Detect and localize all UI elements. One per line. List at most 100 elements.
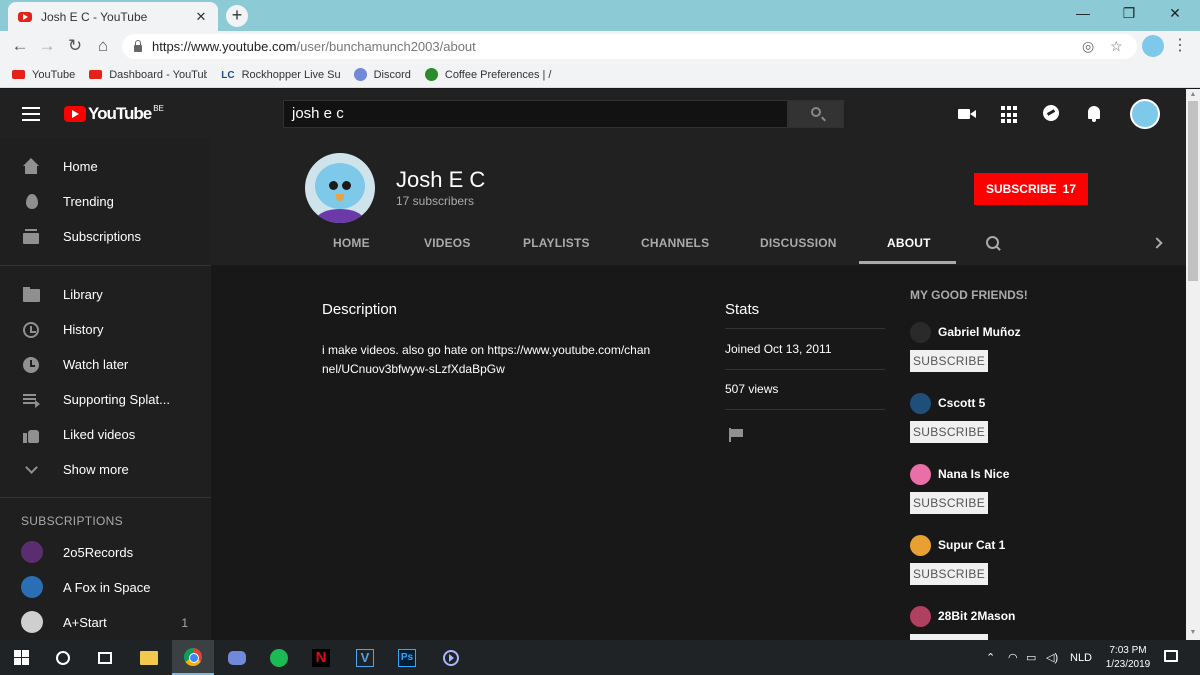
- sidebar-sub-astart[interactable]: A+Start 1: [0, 605, 211, 640]
- taskbar-file-explorer[interactable]: [128, 640, 170, 675]
- fire-icon: [26, 194, 38, 209]
- friend-avatar[interactable]: [910, 606, 931, 627]
- tab-about[interactable]: ABOUT: [887, 236, 931, 250]
- taskbar-media-player[interactable]: [430, 640, 472, 675]
- tab-channels[interactable]: CHANNELS: [641, 236, 709, 250]
- clock-time: 7:03 PM: [1109, 645, 1147, 656]
- friend-name[interactable]: Supur Cat 1: [938, 538, 1005, 552]
- friend-avatar[interactable]: [910, 322, 931, 343]
- taskbar-spotify[interactable]: [258, 640, 300, 675]
- cortana-button[interactable]: [42, 640, 84, 675]
- sidebar-item-watch-later[interactable]: Watch later: [0, 347, 211, 382]
- bookmark-label: Discord: [373, 68, 411, 81]
- sidebar-item-show-more[interactable]: Show more: [0, 452, 211, 487]
- channel-description: i make videos. also go hate on https://w…: [322, 343, 651, 376]
- channel-search-icon[interactable]: [986, 236, 1002, 252]
- tab-videos[interactable]: VIDEOS: [424, 236, 471, 250]
- address-bar[interactable]: https://www.youtube.com /user/bunchamunc…: [122, 34, 1137, 59]
- notifications-bell-icon[interactable]: [1085, 104, 1105, 124]
- bookmark-youtube[interactable]: YouTube: [12, 69, 75, 81]
- taskbar-vegas[interactable]: V: [344, 640, 386, 675]
- scroll-thumb[interactable]: [1188, 101, 1198, 281]
- home-icon: [23, 157, 41, 176]
- window-restore-button[interactable]: ❐: [1106, 0, 1152, 28]
- system-clock[interactable]: 7:03 PM 1/23/2019: [1100, 644, 1156, 672]
- scroll-up-icon[interactable]: ▲: [1189, 91, 1197, 99]
- bookmark-coffee[interactable]: Coffee Preferences | /: [424, 68, 551, 81]
- browser-tab-active[interactable]: Josh E C - YouTube ✕: [8, 2, 218, 31]
- sidebar-item-playlist[interactable]: Supporting Splat...: [0, 382, 211, 417]
- profile-avatar-icon[interactable]: [1142, 35, 1164, 57]
- start-button[interactable]: [0, 640, 42, 675]
- friend-name[interactable]: 28Bit 2Mason: [938, 609, 1015, 623]
- account-avatar[interactable]: [1130, 99, 1160, 129]
- friend-avatar[interactable]: [910, 464, 931, 485]
- sidebar-sub-fox-in-space[interactable]: A Fox in Space: [0, 570, 211, 605]
- reload-button[interactable]: ↻: [63, 35, 87, 57]
- sidebar-item-library[interactable]: Library: [0, 277, 211, 312]
- page-scrollbar[interactable]: ▲ ▼: [1186, 89, 1200, 640]
- friend-subscribe-button[interactable]: SUBSCRIBE: [910, 350, 988, 372]
- friend-subscribe-button[interactable]: SUBSCRIBE: [910, 421, 988, 443]
- bookmark-star-icon[interactable]: ☆: [1110, 38, 1123, 55]
- bookmark-dashboard[interactable]: Dashboard - YouTube: [89, 69, 207, 81]
- description-title: Description: [322, 301, 398, 318]
- network-icon[interactable]: ◠: [1008, 651, 1018, 664]
- create-video-icon[interactable]: [958, 104, 978, 124]
- channel-subscriber-count: 17 subscribers: [396, 194, 475, 208]
- sidebar-sub-2o5records[interactable]: 2o5Records: [0, 535, 211, 570]
- task-view-button[interactable]: [84, 640, 126, 675]
- search-button[interactable]: [788, 100, 844, 128]
- sidebar-item-home[interactable]: Home: [0, 149, 211, 184]
- friend-subscribe-button[interactable]: SUBSCRIBE: [910, 492, 988, 514]
- window-close-button[interactable]: ✕: [1152, 0, 1198, 28]
- input-language[interactable]: NLD: [1070, 652, 1092, 664]
- translate-icon[interactable]: ◎: [1082, 38, 1094, 55]
- messages-icon[interactable]: [1042, 104, 1062, 124]
- friend-name[interactable]: Gabriel Muñoz: [938, 325, 1021, 339]
- windows-taskbar: N V Ps ⌃ ◠ ▭ ◁): [0, 640, 1200, 675]
- taskbar-discord[interactable]: [216, 640, 258, 675]
- browser-menu-icon[interactable]: ⋮: [1172, 35, 1188, 55]
- apps-grid-icon[interactable]: [1001, 104, 1021, 124]
- bookmark-discord[interactable]: Discord: [353, 68, 411, 81]
- tab-close-icon[interactable]: ✕: [194, 9, 208, 25]
- battery-icon[interactable]: ▭: [1026, 651, 1036, 664]
- sidebar-item-history[interactable]: History: [0, 312, 211, 347]
- tab-discussion[interactable]: DISCUSSION: [760, 236, 837, 250]
- bookmark-rockhopper[interactable]: LC Rockhopper Live Sub: [221, 68, 340, 82]
- scroll-down-icon[interactable]: ▼: [1189, 629, 1197, 637]
- bookmark-label: Rockhopper Live Sub: [241, 68, 340, 81]
- menu-hamburger-icon[interactable]: [22, 107, 40, 121]
- subscribe-button[interactable]: SUBSCRIBE 17: [974, 173, 1088, 205]
- friend-name[interactable]: Nana Is Nice: [938, 467, 1009, 481]
- sidebar-item-subscriptions[interactable]: Subscriptions: [0, 219, 211, 254]
- back-button[interactable]: ←: [8, 35, 32, 57]
- chevron-right-icon[interactable]: [1153, 237, 1163, 249]
- action-center-icon[interactable]: [1164, 650, 1178, 662]
- active-tab-indicator: [859, 261, 956, 264]
- taskbar-photoshop[interactable]: Ps: [386, 640, 428, 675]
- forward-button[interactable]: →: [35, 35, 59, 57]
- home-button[interactable]: ⌂: [91, 35, 115, 57]
- logo-region: BE: [153, 104, 164, 113]
- youtube-logo[interactable]: YouTube BE: [64, 104, 164, 124]
- tab-home[interactable]: HOME: [333, 236, 370, 250]
- window-minimize-button[interactable]: —: [1060, 0, 1106, 28]
- new-tab-button[interactable]: +: [226, 5, 248, 27]
- report-flag-icon[interactable]: [729, 428, 745, 444]
- search-input[interactable]: josh e c: [283, 100, 788, 128]
- spotify-icon: [270, 648, 288, 667]
- tab-playlists[interactable]: PLAYLISTS: [523, 236, 590, 250]
- tray-overflow-chevron-icon[interactable]: ⌃: [986, 651, 995, 664]
- sidebar-item-liked-videos[interactable]: Liked videos: [0, 417, 211, 452]
- friend-avatar[interactable]: [910, 535, 931, 556]
- sidebar-item-label: Supporting Splat...: [63, 392, 170, 407]
- sidebar-item-trending[interactable]: Trending: [0, 184, 211, 219]
- friend-avatar[interactable]: [910, 393, 931, 414]
- taskbar-netflix[interactable]: N: [300, 640, 342, 675]
- taskbar-chrome[interactable]: [172, 640, 214, 675]
- volume-icon[interactable]: ◁): [1046, 651, 1058, 664]
- friend-name[interactable]: Cscott 5: [938, 396, 985, 410]
- friend-subscribe-button[interactable]: SUBSCRIBE: [910, 563, 988, 585]
